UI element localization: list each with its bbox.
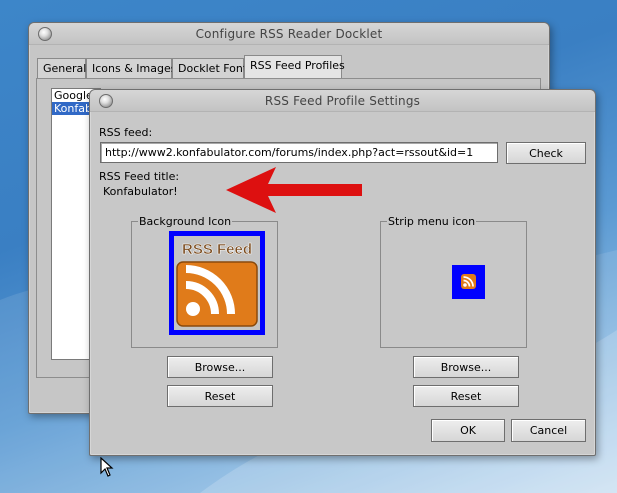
rss-small-icon: [461, 274, 476, 289]
background-reset-button[interactable]: Reset: [167, 385, 273, 407]
feed-title-value: Konfabulator!: [103, 185, 178, 198]
strip-reset-button[interactable]: Reset: [413, 385, 519, 407]
check-button[interactable]: Check: [506, 142, 586, 164]
background-icon-preview: RSS Feed: [169, 231, 265, 335]
configure-window-title: Configure RSS Reader Docklet: [195, 27, 383, 41]
feed-title-label: RSS Feed title:: [99, 170, 180, 183]
background-browse-button[interactable]: Browse...: [167, 356, 273, 378]
tab-docklet-font[interactable]: Docklet Font: [172, 58, 247, 79]
profile-settings-dialog: RSS Feed Profile Settings RSS feed: http…: [89, 89, 596, 456]
rss-feed-url-input[interactable]: http://www2.konfabulator.com/forums/inde…: [100, 142, 498, 163]
strip-browse-button[interactable]: Browse...: [413, 356, 519, 378]
strip-menu-icon-legend: Strip menu icon: [388, 215, 476, 228]
strip-icon-preview: [452, 265, 485, 299]
cancel-button[interactable]: Cancel: [511, 419, 586, 442]
tab-icons-images[interactable]: Icons & Images: [86, 58, 176, 79]
rss-feed-icon: RSS Feed: [174, 236, 260, 330]
tab-rss-feed-profiles[interactable]: RSS Feed Profiles: [244, 55, 345, 79]
rss-feed-icon-text: RSS Feed: [182, 241, 252, 258]
configure-window-titlebar[interactable]: Configure RSS Reader Docklet: [29, 23, 549, 45]
dialog-title: RSS Feed Profile Settings: [264, 94, 421, 108]
ok-button[interactable]: OK: [431, 419, 505, 442]
background-icon-legend: Background Icon: [139, 215, 232, 228]
arrow-cursor-icon: [100, 457, 114, 477]
rss-feed-label: RSS feed:: [99, 126, 153, 139]
tab-general[interactable]: General: [37, 58, 86, 79]
red-arrow-icon: [226, 167, 362, 213]
profile-settings-titlebar[interactable]: RSS Feed Profile Settings: [90, 90, 595, 112]
